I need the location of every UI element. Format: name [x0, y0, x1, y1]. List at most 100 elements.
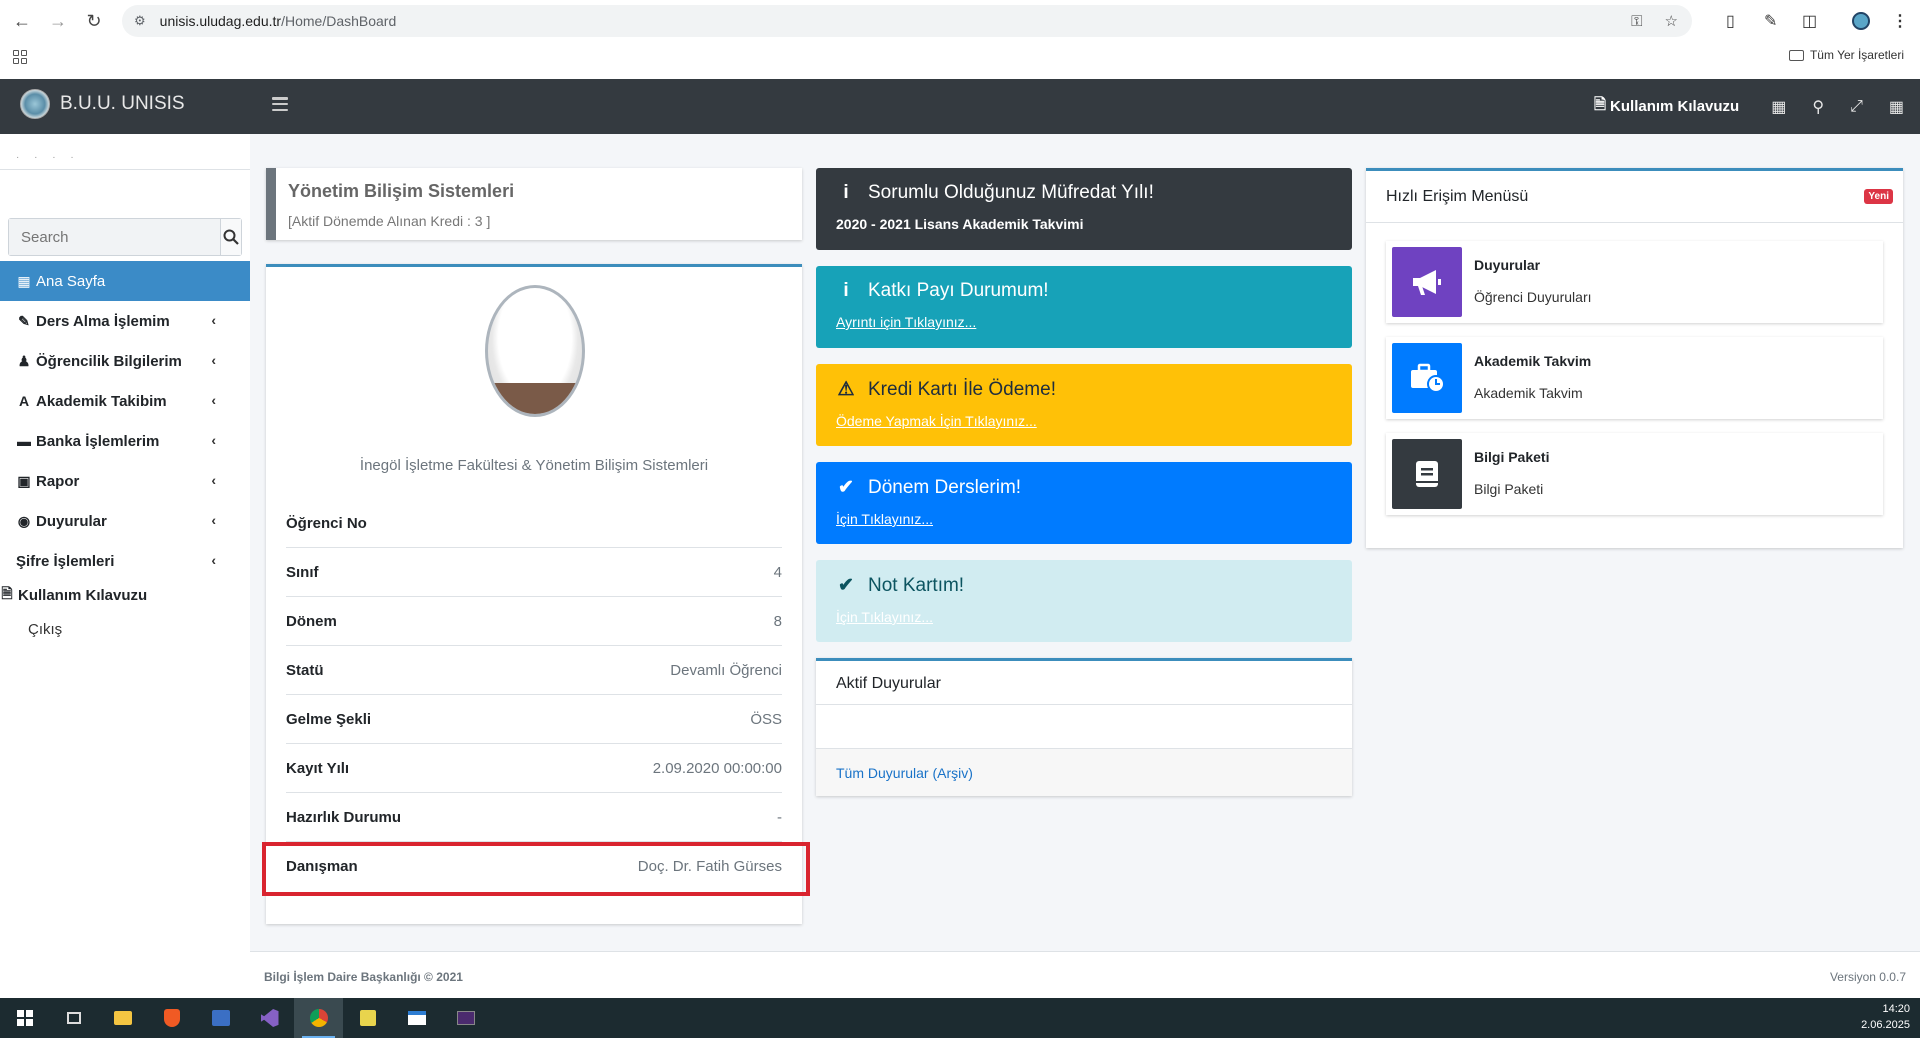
sidebar-search	[8, 218, 242, 256]
reload-icon[interactable]: ↻	[76, 3, 112, 39]
bookmark-star-icon[interactable]: ☆	[1665, 12, 1678, 30]
all-bookmarks[interactable]: Tüm Yer İşaretleri	[1788, 48, 1904, 62]
alert-title: Sorumlu Olduğunuz Müfredat Yılı!	[868, 182, 1154, 203]
profile-row-class: Sınıf 4	[286, 548, 782, 597]
sidebar-item-ana-sayfa[interactable]: ▦ Ana Sayfa	[0, 261, 250, 301]
library-icon[interactable]: ▦	[1771, 97, 1786, 117]
browser-chrome: ← → ↻ ⚙ unisis.uludag.edu.tr/Home/DashBo…	[0, 0, 1920, 79]
sidebar-item-banka[interactable]: ▬ Banka İşlemlerim ‹	[0, 421, 250, 461]
browser-menu-icon[interactable]: ⋮	[1892, 5, 1908, 37]
search-input[interactable]	[9, 219, 220, 255]
sidebar: · · · · ▦ Ana Sayfa ✎ Ders Alma İşlemim …	[0, 134, 250, 998]
brand[interactable]: B.U.U. UNISIS	[20, 89, 185, 119]
alert-title: Dönem Derslerim!	[868, 476, 1022, 498]
puzzle-icon[interactable]: ◫	[1802, 5, 1817, 37]
row-value: 2.09.2020 00:00:00	[652, 759, 782, 777]
user-guide-link[interactable]: 🗎 Kullanım Kılavuzu	[1594, 94, 1739, 119]
book-icon	[1392, 439, 1462, 509]
program-card: Yönetim Bilişim Sistemleri [Aktif Dönemd…	[266, 168, 802, 240]
back-icon[interactable]: ←	[4, 3, 40, 39]
quick-item-info-package[interactable]: Bilgi Paketi Bilgi Paketi	[1386, 433, 1883, 515]
chrome-icon[interactable]	[294, 998, 343, 1038]
announcements-title: Aktif Duyurular	[816, 661, 1352, 705]
eyedropper-icon[interactable]: ✎	[1764, 5, 1777, 37]
app-window-icon[interactable]	[392, 998, 441, 1038]
task-view-icon[interactable]	[49, 998, 98, 1038]
pencil-icon: ✎	[18, 312, 30, 329]
sidebar-item-label: Kullanım Kılavuzu	[18, 586, 148, 604]
extension-icon[interactable]: ▯	[1726, 5, 1735, 37]
brand-name: B.U.U. UNISIS	[60, 93, 185, 114]
faculty-text: İnegöl İşletme Fakültesi & Yönetim Biliş…	[359, 457, 709, 474]
location-icon: ◉	[17, 512, 31, 529]
address-bar[interactable]: ⚙ unisis.uludag.edu.tr/Home/DashBoard ⚿ …	[122, 5, 1692, 37]
check-icon: ✔	[838, 575, 854, 596]
sidebar-item-guide[interactable]: 🗎 Kullanım Kılavuzu	[0, 581, 250, 609]
quick-item-calendar[interactable]: Akademik Takvim Akademik Takvim	[1386, 337, 1883, 419]
row-value: 8	[773, 612, 782, 630]
alert-contribution: i Katkı Payı Durumum! Ayrıntı için Tıklay…	[816, 266, 1352, 348]
sidebar-item-ders-alma[interactable]: ✎ Ders Alma İşlemim ‹	[0, 301, 250, 341]
windows-start-icon[interactable]	[0, 998, 49, 1038]
profile-row-prep: Hazırlık Durumu -	[286, 793, 782, 842]
quick-item-announcements[interactable]: Duyurular Öğrenci Duyuruları	[1386, 241, 1883, 323]
terminal-icon[interactable]	[441, 998, 490, 1038]
chevron-left-icon: ‹	[211, 392, 216, 408]
profile-card: İnegöl İşletme Fakültesi & Yönetim Biliş…	[266, 264, 802, 924]
sidebar-item-rapor[interactable]: ▣ Rapor ‹	[0, 461, 250, 501]
announcements-archive-link[interactable]: Tüm Duyurular (Arşiv)	[816, 748, 1352, 796]
browser-toolbar: ← → ↻ ⚙ unisis.uludag.edu.tr/Home/DashBo…	[0, 0, 1920, 42]
site-info-icon[interactable]: ⚙	[134, 13, 146, 29]
profile-list: Öğrenci No Sınıf 4 Dönem 8 Statü Devamlı Öğ…	[286, 499, 782, 891]
clock-date: 2.06.2025	[1861, 1019, 1910, 1031]
alert-link[interactable]: Ödeme Yapmak İçin Tıklayınız...	[836, 413, 1332, 429]
system-clock[interactable]: 14:20 2.06.2025	[1861, 1001, 1910, 1033]
pdf-file-icon: 🗎	[1, 585, 13, 601]
wallet-icon: ▬	[17, 433, 31, 449]
user-name-blurred: · · · ·	[16, 152, 80, 163]
alert-link[interactable]: İçin Tıklayınız...	[836, 511, 1332, 527]
alert-link[interactable]: Ayrıntı için Tıklayınız...	[836, 314, 1332, 330]
search-button[interactable]	[220, 219, 241, 255]
highlight-box	[262, 842, 810, 896]
sidebar-item-akademik[interactable]: A Akademik Takibim ‹	[0, 381, 250, 421]
visual-studio-icon[interactable]	[245, 998, 294, 1038]
folder-icon: ▣	[17, 472, 31, 489]
search-icon	[223, 229, 239, 245]
forward-icon[interactable]: →	[40, 3, 76, 39]
student-photo	[485, 285, 585, 417]
row-key: Gelme Şekli	[286, 710, 372, 728]
alert-curriculum: i Sorumlu Olduğunuz Müfredat Yılı! 2020 -…	[816, 168, 1352, 250]
sidebar-item-duyurular[interactable]: ◉ Duyurular ‹	[0, 501, 250, 541]
password-key-icon[interactable]: ⚿	[1631, 13, 1642, 30]
hamburger-menu-icon[interactable]	[272, 97, 288, 111]
row-key: Kayıt Yılı	[286, 759, 350, 777]
fullscreen-icon[interactable]: ⤢	[1850, 98, 1863, 116]
sidebar-item-label: Ders Alma İşlemim	[36, 312, 170, 330]
apps-grid-icon[interactable]	[13, 50, 27, 64]
chevron-left-icon: ‹	[211, 432, 216, 448]
announcements-card: Aktif Duyurular Tüm Duyurular (Arşiv)	[816, 658, 1352, 796]
profile-row-reg-year: Kayıt Yılı 2.09.2020 00:00:00	[286, 744, 782, 793]
brave-browser-icon[interactable]	[147, 998, 196, 1038]
row-key: Dönem	[286, 612, 337, 630]
warning-icon: ⚠	[837, 379, 855, 400]
folder-icon	[1788, 49, 1804, 61]
sidebar-item-label: Şifre İşlemleri	[16, 552, 115, 570]
alert-link[interactable]: İçin Tıklayınız...	[836, 609, 1332, 625]
quick-item-sub: Öğrenci Duyuruları	[1474, 289, 1592, 305]
file-explorer-icon[interactable]	[98, 998, 147, 1038]
remote-desktop-icon[interactable]	[196, 998, 245, 1038]
sidebar-item-ogrencilik[interactable]: ♟ Öğrencilik Bilgilerim ‹	[0, 341, 250, 381]
sidebar-item-logout[interactable]: Çıkış	[0, 609, 250, 649]
search-icon[interactable]: ⚲	[1812, 97, 1824, 117]
all-bookmarks-label: Tüm Yer İşaretleri	[1809, 48, 1904, 62]
sidebar-item-label: Akademik Takibim	[36, 392, 167, 410]
quick-item-sub: Akademik Takvim	[1474, 385, 1583, 401]
university-logo-icon	[20, 89, 50, 119]
dev-tool-icon[interactable]	[343, 998, 392, 1038]
grid-icon[interactable]: ▦	[1889, 97, 1904, 117]
sidebar-item-sifre[interactable]: Şifre İşlemleri ‹	[0, 541, 250, 581]
profile-avatar-icon[interactable]	[1852, 5, 1870, 37]
profile-row-term: Dönem 8	[286, 597, 782, 646]
